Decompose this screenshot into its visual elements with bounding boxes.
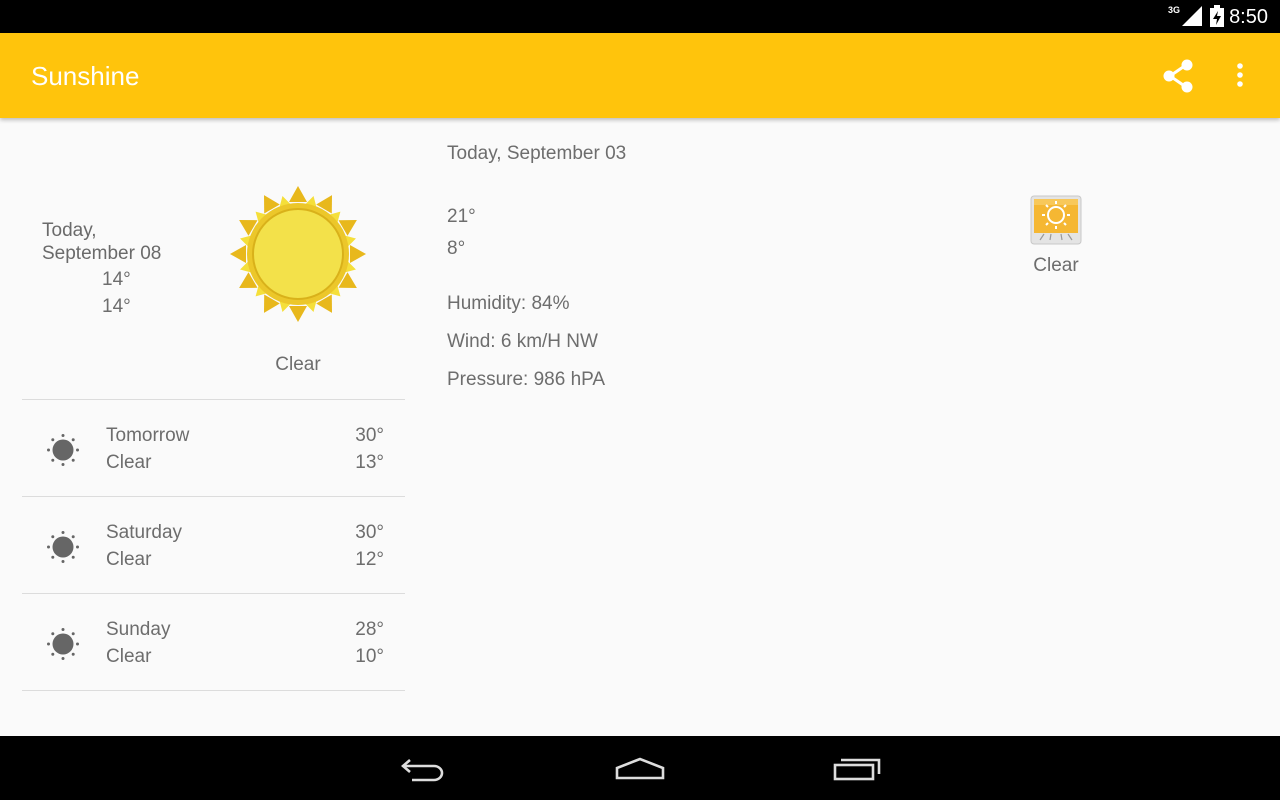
clear-icon — [47, 434, 79, 466]
forecast-high-temp: 30° — [355, 425, 384, 446]
app-title: Sunshine — [31, 61, 140, 91]
back-icon[interactable] — [400, 756, 448, 782]
recents-icon[interactable] — [832, 756, 882, 782]
detail-humidity: Humidity: 84% — [447, 293, 570, 314]
signal-icon — [1182, 6, 1202, 26]
forecast-high-temp: 30° — [355, 522, 384, 543]
forecast-day: Saturday — [106, 522, 183, 543]
detail-wind: Wind: 6 km/H NW — [447, 331, 598, 352]
today-forecast-item[interactable]: Today, September 08 14° 14° Clear — [22, 120, 405, 400]
clock: 8:50 — [1229, 6, 1268, 28]
status-bar: 3G 8:50 — [0, 0, 1280, 33]
detail-high-temp: 21° — [447, 206, 476, 227]
overflow-menu-icon[interactable] — [1228, 55, 1252, 97]
forecast-low-temp: 10° — [355, 646, 384, 667]
clear-icon — [47, 628, 79, 660]
forecast-low-temp: 12° — [355, 549, 384, 570]
today-low-temp: 14° — [102, 296, 131, 317]
detail-description: Clear — [1033, 255, 1079, 276]
forecast-low-temp: 13° — [355, 452, 384, 473]
today-high-temp: 14° — [102, 269, 131, 290]
navigation-bar — [0, 736, 1280, 800]
forecast-day: Sunday — [106, 619, 171, 640]
detail-date: Today, September 03 — [447, 143, 627, 164]
forecast-day: Tomorrow — [106, 425, 190, 446]
detail-low-temp: 8° — [447, 238, 466, 259]
forecast-description: Clear — [106, 646, 152, 667]
clear-icon — [47, 531, 79, 563]
weather-image-icon — [1030, 195, 1082, 245]
detail-pressure: Pressure: 986 hPA — [447, 369, 606, 390]
network-type: 3G — [1167, 5, 1180, 15]
app-bar: Sunshine — [0, 33, 1280, 118]
forecast-item-tomorrow[interactable]: Tomorrow Clear 30° 13° — [22, 400, 405, 497]
battery-icon — [1210, 5, 1224, 27]
forecast-description: Clear — [106, 549, 152, 570]
sun-icon — [230, 186, 366, 322]
forecast-item-sunday[interactable]: Sunday Clear 28° 10° — [22, 594, 405, 691]
forecast-description: Clear — [106, 452, 152, 473]
forecast-item-saturday[interactable]: Saturday Clear 30° 12° — [22, 497, 405, 594]
home-icon[interactable] — [614, 756, 666, 782]
today-date: Today, September 08 — [42, 220, 162, 264]
share-icon[interactable] — [1158, 55, 1200, 97]
today-description: Clear — [275, 354, 321, 375]
forecast-high-temp: 28° — [355, 619, 384, 640]
